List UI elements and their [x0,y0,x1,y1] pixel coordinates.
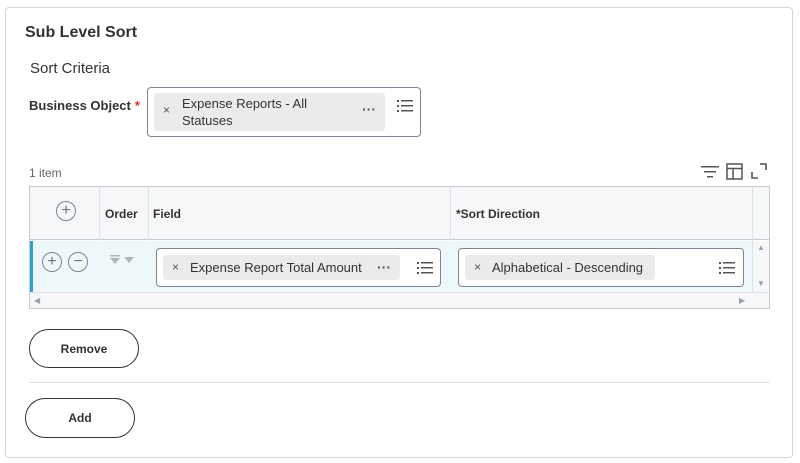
sort-direction-selected-pill[interactable]: × Alphabetical - Descending [465,255,655,280]
sort-criteria-grid: + Order Field *Sort Direction + − × Expe… [29,186,770,309]
remove-button[interactable]: Remove [29,329,139,368]
horizontal-scrollbar[interactable]: ◀ ▶ [30,292,769,308]
field-prompt[interactable]: × Expense Report Total Amount ··· [156,248,441,287]
pill-value-line2: Statuses [182,113,233,128]
filter-icon[interactable] [701,165,719,179]
add-button[interactable]: Add [25,398,135,438]
pill-remove-icon[interactable]: × [474,260,481,274]
add-row-button[interactable]: + [42,252,62,272]
row-selection-indicator [30,241,33,292]
list-icon[interactable] [397,99,413,113]
business-object-label: Business Object * [29,98,140,113]
column-header-sort-direction[interactable]: *Sort Direction [456,207,540,221]
required-asterisk: * [134,98,140,113]
pill-value-line1: Expense Reports - All [182,96,308,111]
sort-direction-value: Alphabetical - Descending [492,260,644,275]
scroll-down-icon[interactable]: ▼ [757,279,765,288]
remove-row-button[interactable]: − [68,252,88,272]
more-options-icon[interactable]: ··· [377,259,391,275]
column-header-field[interactable]: Field [153,207,181,221]
divider [29,382,770,383]
scroll-right-icon[interactable]: ▶ [739,296,745,305]
reorder-icon[interactable] [110,255,136,265]
list-icon[interactable] [719,261,735,275]
col-divider [752,187,753,241]
pill-remove-icon[interactable]: × [163,103,170,117]
pill-remove-icon[interactable]: × [172,260,179,274]
columns-icon[interactable] [726,163,743,180]
scroll-up-icon[interactable]: ▲ [757,243,765,252]
column-header-order[interactable]: Order [105,207,138,221]
section-title: Sort Criteria [30,60,111,77]
sort-direction-prompt[interactable]: × Alphabetical - Descending [458,248,744,287]
business-object-selected-pill[interactable]: × Expense Reports - All Statuses ··· [154,93,385,131]
scroll-left-icon[interactable]: ◀ [34,296,40,305]
list-icon[interactable] [417,261,433,275]
add-row-header-button[interactable]: + [56,201,76,221]
grid-header [30,187,769,240]
expand-icon[interactable] [751,163,767,179]
item-count: 1 item [29,166,62,180]
business-object-prompt[interactable]: × Expense Reports - All Statuses ··· [147,87,421,137]
business-object-label-text: Business Object [29,98,131,113]
field-selected-pill[interactable]: × Expense Report Total Amount ··· [163,255,400,280]
more-options-icon[interactable]: ··· [362,101,376,117]
page-title: Sub Level Sort [25,24,138,41]
vertical-scrollbar[interactable]: ▲ ▼ [752,241,769,292]
field-value: Expense Report Total Amount [190,260,362,275]
